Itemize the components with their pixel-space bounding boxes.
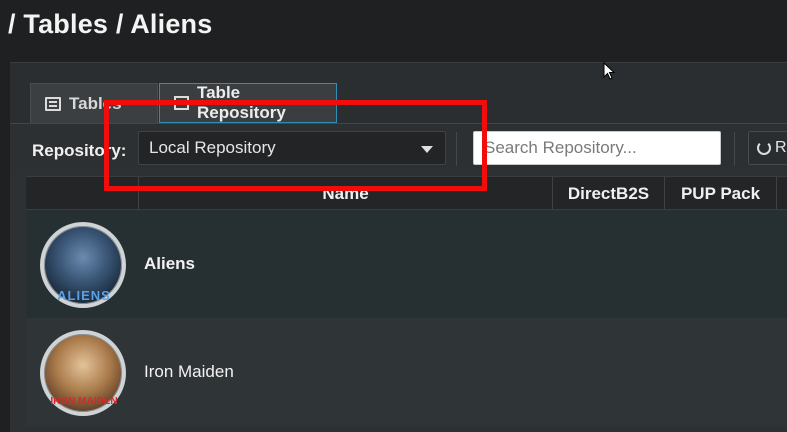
refresh-icon xyxy=(757,141,771,155)
search-repository-input[interactable] xyxy=(473,131,721,165)
tab-bar: Tables Table Repository xyxy=(10,63,787,123)
repository-select-value: Local Repository xyxy=(149,138,276,157)
tab-tables[interactable]: Tables xyxy=(30,83,158,123)
repository-select[interactable]: Local Repository xyxy=(138,131,446,165)
column-header-overflow[interactable] xyxy=(776,177,787,211)
chevron-down-icon xyxy=(421,146,433,153)
tab-tables-label: Tables xyxy=(69,93,122,113)
app-window: / Tables / Aliens Tables Table Repositor… xyxy=(0,0,787,432)
repository-toolbar: Repository: Local Repository R xyxy=(10,123,787,175)
refresh-button-label: R xyxy=(775,139,787,156)
table-header: Name DirectB2S PUP Pack xyxy=(26,176,787,211)
list-icon xyxy=(45,96,61,111)
database-icon xyxy=(174,96,189,110)
mouse-cursor-icon xyxy=(603,62,615,80)
column-header-name[interactable]: Name xyxy=(138,177,552,211)
thumbnail-caption: IRON MAIDEN xyxy=(50,396,118,407)
table-row[interactable]: ALIENS Aliens xyxy=(26,210,787,318)
refresh-button[interactable]: R xyxy=(748,131,787,165)
table-name: Aliens xyxy=(144,254,196,273)
column-header-pup-pack[interactable]: PUP Pack xyxy=(664,177,776,211)
table-name: Iron Maiden xyxy=(144,362,234,381)
thumbnail-caption: ALIENS xyxy=(57,288,111,303)
toolbar-divider xyxy=(734,132,735,166)
tab-table-repository-label: Table Repository xyxy=(196,83,286,122)
column-header-directb2s[interactable]: DirectB2S xyxy=(552,177,664,211)
breadcrumb: / Tables / Aliens xyxy=(8,9,213,39)
tab-table-repository[interactable]: Table Repository xyxy=(159,83,337,123)
repository-label: Repository: xyxy=(32,141,127,160)
toolbar-divider xyxy=(456,132,457,166)
main-panel: Tables Table Repository Repository: Loca… xyxy=(10,62,787,432)
table-row[interactable]: IRON MAIDEN Iron Maiden xyxy=(26,318,787,426)
column-header-thumbnail[interactable] xyxy=(26,177,138,211)
